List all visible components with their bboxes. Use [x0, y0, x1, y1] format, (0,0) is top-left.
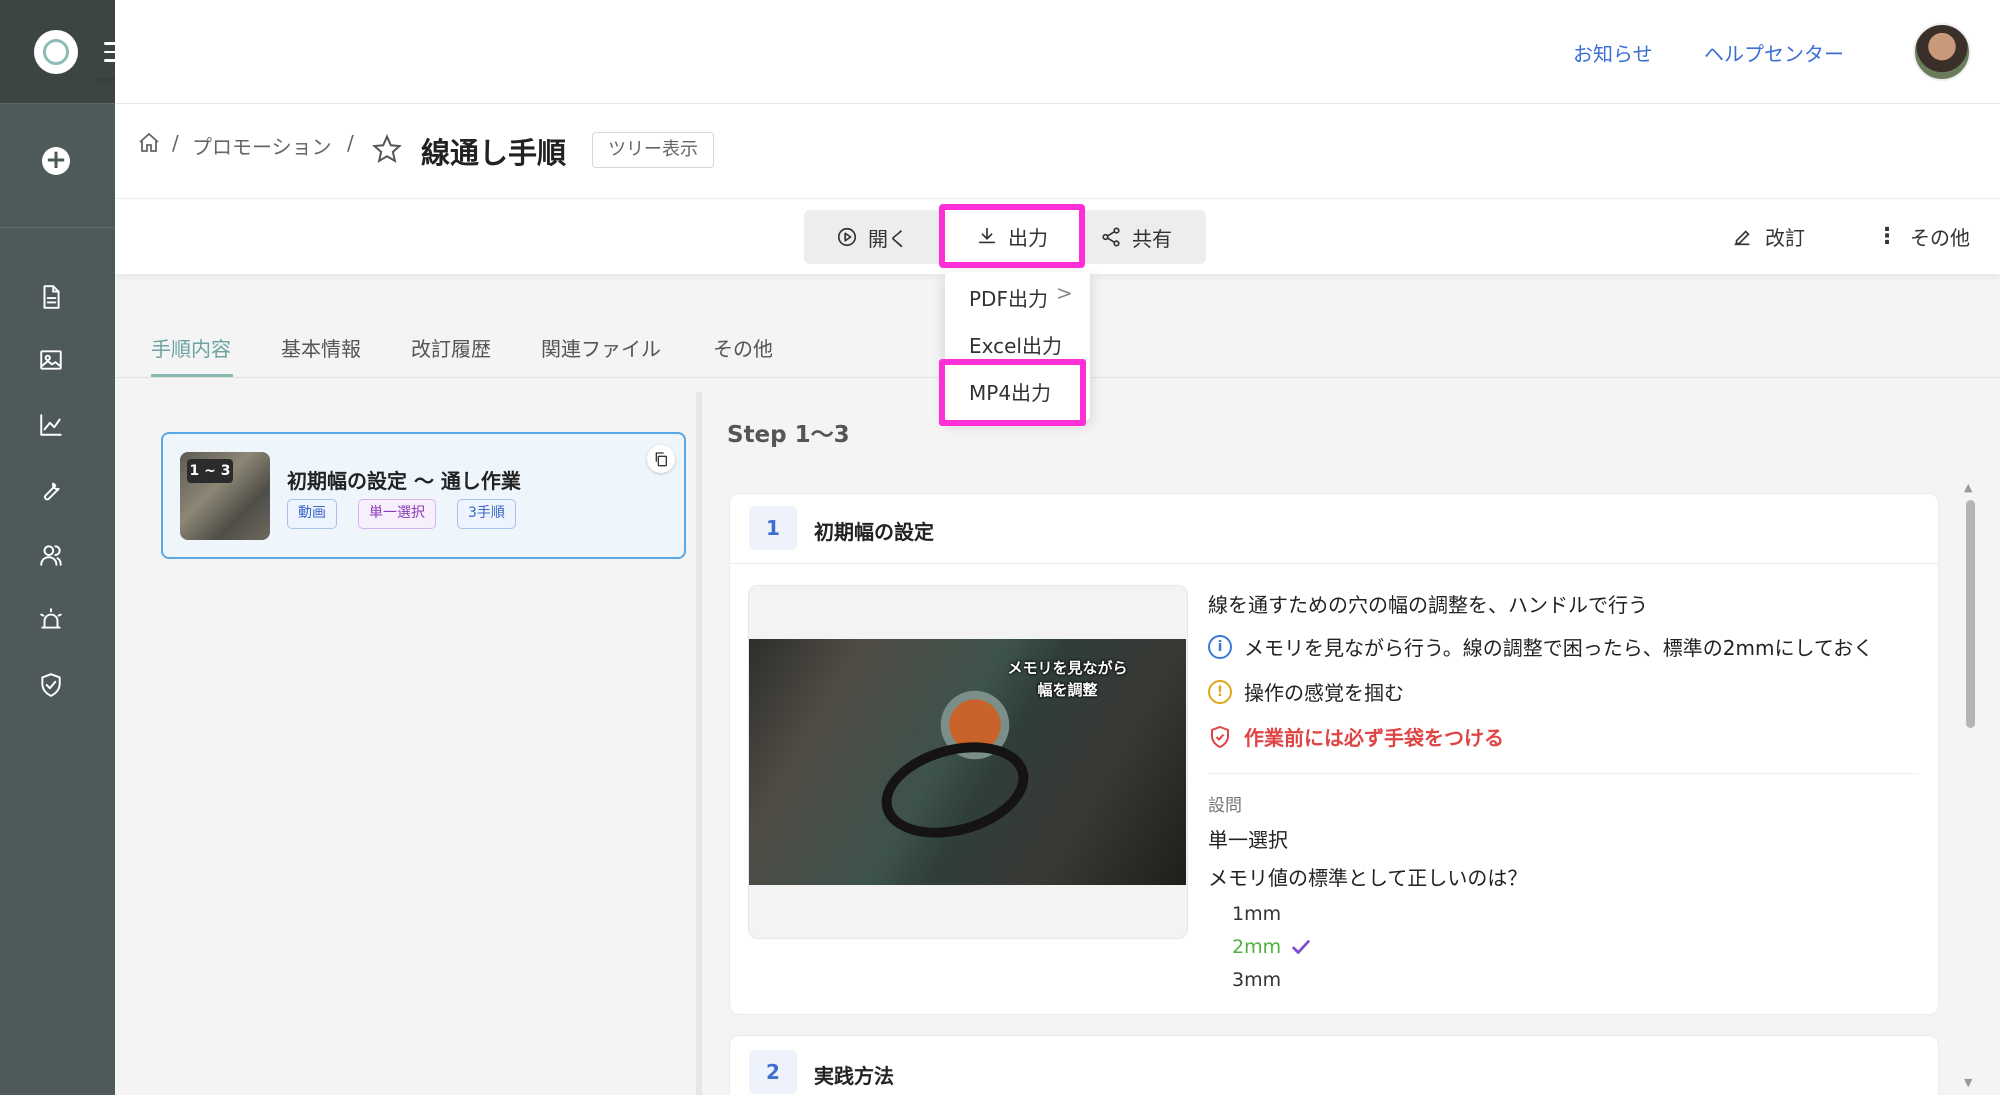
scroll-up-arrow-icon[interactable]: ▲: [1964, 481, 1972, 494]
step-card-divider: [730, 563, 1938, 564]
answer-option: 1mm: [1232, 903, 1282, 925]
answer-option-correct: 2mm: [1232, 936, 1282, 958]
scroll-down-arrow-icon[interactable]: ▼: [1964, 1076, 1972, 1089]
caution-icon: !: [1208, 679, 1232, 704]
mp4-export-highlight: [939, 359, 1086, 426]
sidebar-divider: [0, 227, 115, 228]
tag-single-choice: 単一選択: [358, 499, 436, 529]
breadcrumb-separator: /: [347, 131, 354, 155]
warning-note: 作業前には必ず手袋をつける: [1208, 722, 1504, 751]
menu-item-pdf-export[interactable]: PDF出力: [969, 283, 1048, 312]
add-icon[interactable]: +: [42, 147, 70, 175]
favorite-star-icon[interactable]: [372, 133, 402, 164]
tab-basic-info[interactable]: 基本情報: [281, 333, 361, 362]
caution-text: 操作の感覚を掴む: [1244, 681, 1404, 705]
user-avatar[interactable]: [1913, 23, 1971, 81]
alarm-icon[interactable]: [38, 607, 64, 633]
chevron-right-icon: >: [1056, 281, 1073, 305]
breadcrumb-separator: /: [172, 131, 179, 155]
active-tab-indicator: [151, 374, 233, 377]
more-label: その他: [1910, 226, 1970, 250]
share-button[interactable]: 共有: [1100, 210, 1172, 264]
step-group-title: 初期幅の設定 〜 通し作業: [287, 469, 521, 493]
share-label: 共有: [1132, 226, 1172, 251]
tab-other[interactable]: その他: [713, 333, 773, 362]
play-circle-icon: [837, 227, 857, 247]
question-text: メモリ値の標準として正しいのは？: [1208, 866, 1528, 890]
step-number-badge: 1: [749, 506, 797, 550]
export-button[interactable]: 出力: [939, 204, 1085, 268]
step-number-badge: 2: [749, 1050, 797, 1094]
shield-check-icon[interactable]: [38, 672, 64, 698]
breadcrumb-category[interactable]: プロモーション: [192, 131, 332, 160]
pencil-icon: [1734, 229, 1750, 245]
question-divider: [1208, 773, 1918, 774]
info-text: メモリを見ながら行う。線の調整で困ったら、標準の2mmにしておく: [1244, 636, 1874, 660]
question-label: 設問: [1208, 796, 1242, 816]
image-icon[interactable]: [38, 347, 64, 373]
revise-button[interactable]: 改訂: [1731, 222, 1805, 251]
step-range-badge: 1 ~ 3: [187, 459, 233, 483]
menu-item-excel-export[interactable]: Excel出力: [969, 330, 1062, 359]
chart-icon[interactable]: [38, 412, 64, 438]
export-label: 出力: [1008, 225, 1048, 250]
tag-step-count: 3手順: [457, 499, 516, 529]
home-icon[interactable]: [137, 131, 161, 155]
open-label: 開く: [868, 226, 908, 251]
tab-procedure[interactable]: 手順内容: [151, 333, 231, 362]
caution-note: ! 操作の感覚を掴む: [1208, 677, 1404, 706]
step-title: 初期幅の設定: [814, 520, 934, 544]
tab-related-files[interactable]: 関連ファイル: [541, 333, 661, 362]
video-caption: メモリを見ながら 幅を調整: [1000, 657, 1135, 701]
checkmark-icon: [1290, 936, 1312, 958]
download-icon: [978, 227, 996, 244]
share-icon: [1102, 227, 1120, 247]
wrench-icon[interactable]: [38, 477, 64, 503]
document-icon[interactable]: [38, 284, 64, 310]
kebab-icon: ⋮: [1876, 224, 1898, 249]
news-link[interactable]: お知らせ: [1573, 38, 1653, 67]
tag-video: 動画: [287, 499, 337, 529]
answer-option: 3mm: [1232, 969, 1282, 991]
revise-label: 改訂: [1765, 226, 1805, 250]
tree-view-button[interactable]: ツリー表示: [592, 132, 714, 168]
panel-resize-handle[interactable]: [696, 392, 702, 1095]
step-description: 線を通すための穴の幅の調整を、ハンドルで行う: [1208, 593, 1648, 617]
open-button[interactable]: 開く: [836, 210, 908, 264]
question-type: 単一選択: [1208, 828, 1288, 852]
step-range-heading: Step 1〜3: [727, 422, 850, 448]
video-caption-text: メモリを見ながら 幅を調整: [1007, 659, 1128, 699]
page-title: 線通し手順: [421, 136, 567, 170]
tab-revision-history[interactable]: 改訂履歴: [411, 333, 491, 362]
info-note: i メモリを見ながら行う。線の調整で困ったら、標準の2mmにしておく: [1208, 632, 1873, 661]
info-icon: i: [1208, 634, 1232, 659]
help-center-link[interactable]: ヘルプセンター: [1704, 38, 1844, 67]
users-icon[interactable]: [38, 542, 64, 568]
warning-text: 作業前には必ず手袋をつける: [1244, 726, 1504, 750]
more-button[interactable]: ⋮ その他: [1876, 222, 1970, 251]
copy-icon[interactable]: [647, 445, 675, 473]
shield-warning-icon: [1211, 725, 1229, 748]
step-title: 実践方法: [814, 1064, 894, 1088]
scrollbar-thumb[interactable]: [1966, 500, 1975, 728]
step-card: [729, 1035, 1939, 1095]
app-logo[interactable]: [34, 30, 78, 74]
